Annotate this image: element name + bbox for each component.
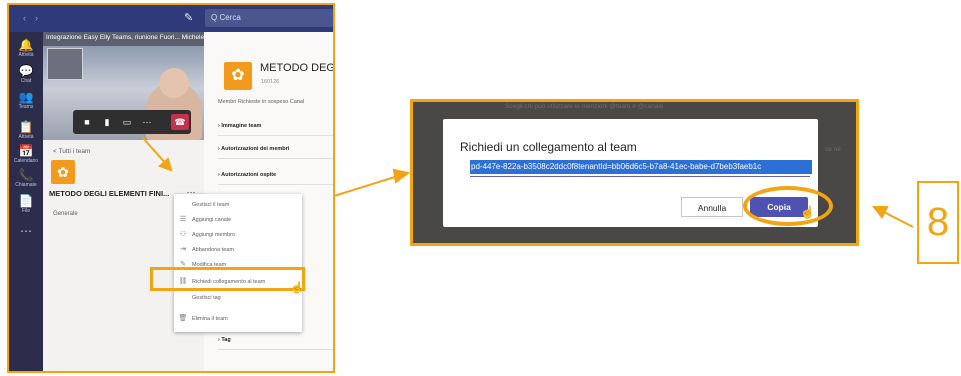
team-link-field[interactable]: pd-447e-822a-b3508c2ddc0f8tenantId=bb06d… [470, 160, 812, 174]
arrow-to-more [142, 137, 168, 166]
arrow-to-dialog [333, 175, 399, 197]
field-underline [470, 176, 810, 177]
cancel-button[interactable]: Annulla [681, 197, 743, 217]
highlight-copy-button [743, 186, 833, 226]
arrow-from-step [883, 211, 914, 228]
dialog-title: Richiedi un collegamento al team [460, 140, 637, 154]
background-text: ce ne [825, 146, 841, 153]
hand-cursor-icon: ☝ [800, 205, 815, 219]
arrow-head-step [871, 206, 889, 219]
step-number-badge: 8 [917, 181, 959, 264]
dialog-screenshot: Scegli chi può utilizzare le menzioni @t… [410, 99, 859, 246]
arrow-head-dialog [392, 168, 411, 184]
background-text: Scegli chi può utilizzare le menzioni @t… [505, 103, 664, 110]
get-link-dialog: Richiedi un collegamento al team pd-447e… [443, 119, 833, 227]
arrow-head-more [158, 157, 173, 172]
